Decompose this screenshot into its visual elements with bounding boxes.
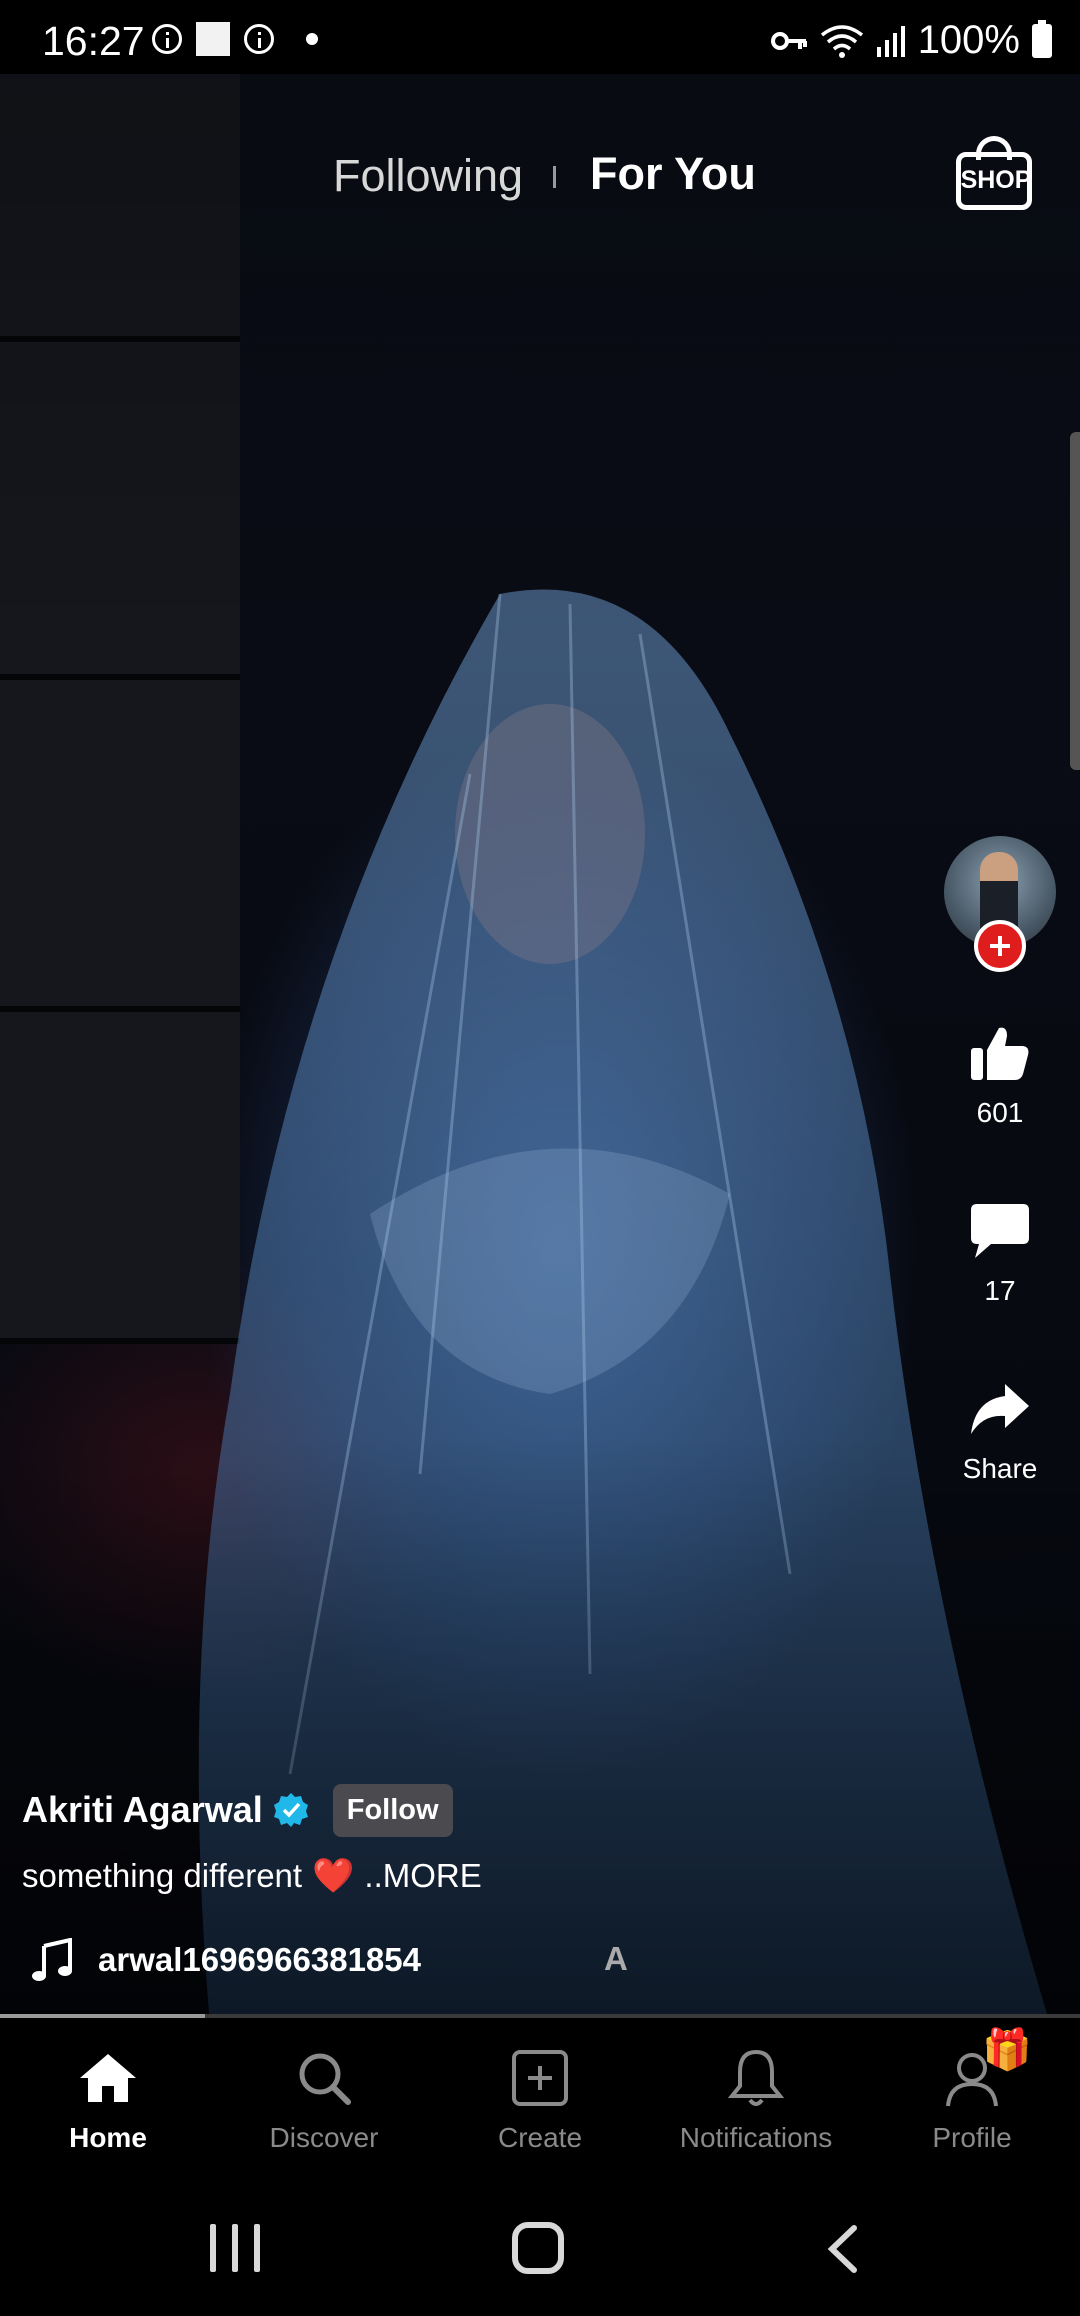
comment-button[interactable]: 17 — [940, 1202, 1060, 1307]
nav-create[interactable]: Create — [432, 2018, 648, 2180]
signal-icon — [876, 25, 905, 57]
nav-create-label: Create — [497, 2122, 583, 2153]
battery-icon — [1032, 19, 1052, 58]
home-icon — [80, 2054, 136, 2102]
shop-label: SHOP — [960, 166, 1032, 194]
tab-separator — [553, 166, 556, 188]
status-bar: 16:27 100% — [0, 0, 1080, 74]
bell-icon — [727, 2049, 785, 2106]
music-title-marquee: A — [604, 1940, 628, 1977]
nav-notifications[interactable]: Notifications — [648, 2018, 864, 2180]
like-button[interactable]: 601 — [940, 1024, 1060, 1129]
app-notification-icon — [196, 22, 230, 56]
status-system-icons: 100% — [770, 18, 1052, 63]
search-icon — [299, 2053, 351, 2105]
music-note-icon — [32, 1938, 72, 1981]
system-navigation-bar — [0, 2180, 1080, 2316]
create-plus-icon — [512, 2050, 568, 2106]
wifi-icon — [820, 24, 863, 58]
nav-home-label: Home — [69, 2122, 147, 2153]
feed-tabs: Following For You — [0, 146, 1080, 206]
nav-home[interactable]: Home — [0, 2018, 216, 2180]
nav-notifications-label: Notifications — [679, 2122, 833, 2153]
back-chevron-icon[interactable] — [822, 2224, 862, 2274]
more-notifications-dot-icon — [306, 33, 318, 45]
battery-percent: 100% — [917, 18, 1020, 62]
follow-plus-button[interactable] — [974, 920, 1026, 972]
heart-emoji: ❤️ — [312, 1857, 355, 1895]
author-row: Akriti Agarwal Follow — [22, 1782, 453, 1838]
shop-button[interactable]: SHOP — [956, 136, 1036, 214]
system-home-button[interactable] — [512, 2222, 564, 2274]
tab-for-you[interactable]: For You — [590, 148, 756, 200]
nav-profile[interactable]: 🎁 Profile — [864, 2018, 1080, 2180]
share-button[interactable]: Share — [940, 1382, 1060, 1485]
thumbs-up-icon — [971, 1027, 1029, 1080]
caption-text: something different — [22, 1857, 303, 1894]
status-notification-icons — [152, 22, 318, 56]
comment-bubble-icon — [971, 1204, 1029, 1258]
comment-count: 17 — [984, 1275, 1016, 1306]
vpn-key-icon — [770, 31, 807, 50]
music-row[interactable]: arwal1696966381854 — [30, 1932, 421, 1988]
info-icon — [244, 24, 274, 54]
more-link[interactable]: ..MORE — [364, 1857, 481, 1895]
nav-profile-label: Profile — [932, 2122, 1012, 2153]
scroll-handle[interactable] — [1070, 432, 1080, 770]
gift-icon: 🎁 — [982, 2028, 1032, 2072]
follow-button[interactable]: Follow — [332, 1783, 453, 1837]
post-caption[interactable]: something different ❤️ ..MORE — [22, 1856, 482, 1896]
nav-discover-label: Discover — [269, 2122, 379, 2153]
author-name[interactable]: Akriti Agarwal — [22, 1789, 263, 1831]
recent-apps-button[interactable] — [210, 2224, 260, 2272]
info-icon — [152, 24, 182, 54]
music-title: arwal1696966381854 — [98, 1941, 421, 1978]
nav-discover[interactable]: Discover — [216, 2018, 432, 2180]
like-count: 601 — [976, 1097, 1024, 1128]
video-overlay — [0, 74, 1080, 2018]
video-player[interactable] — [0, 74, 1080, 2018]
verified-badge-icon — [273, 1793, 308, 1827]
share-label: Share — [962, 1453, 1038, 1484]
share-arrow-icon — [971, 1384, 1029, 1434]
status-time: 16:27 — [42, 18, 145, 64]
bottom-navigation: Home Discover Create Notifications 🎁 Pro… — [0, 2018, 1080, 2180]
tab-following[interactable]: Following — [333, 150, 523, 202]
